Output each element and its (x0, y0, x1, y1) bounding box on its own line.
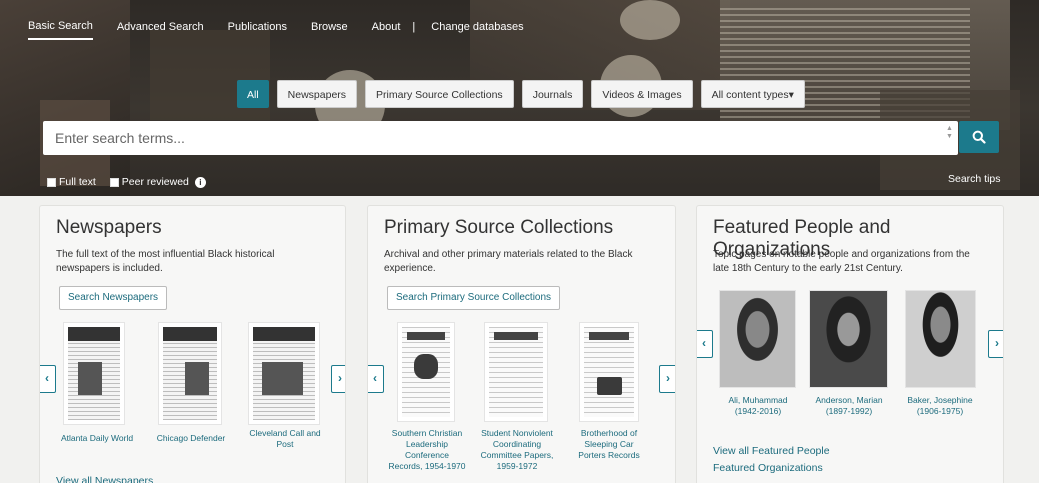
nav-basic-search[interactable]: Basic Search (28, 20, 93, 40)
chevron-left-icon[interactable]: ‹ (368, 365, 384, 393)
caption-line: (1897-1992) (825, 406, 873, 416)
search-tips-link[interactable]: Search tips (948, 173, 1001, 185)
search-primary-source-button[interactable]: Search Primary Source Collections (387, 286, 561, 310)
caption-line: 1959-1972 (496, 461, 538, 471)
desc-line: experience. (384, 263, 436, 274)
card-description: The full text of the most influential Bl… (56, 248, 274, 276)
chevron-right-icon[interactable]: › (331, 365, 345, 393)
newspaper-caption[interactable]: Cleveland Call and Post (240, 428, 330, 450)
desc-line: Topic pages on notable people and organi… (713, 249, 970, 260)
newspaper-thumbnail[interactable] (248, 322, 320, 425)
chevron-left-icon[interactable]: ‹ (697, 330, 713, 358)
caption-line: Brotherhood of (580, 428, 638, 438)
nav-browse[interactable]: Browse (311, 21, 348, 39)
newspaper-thumbnail[interactable] (63, 322, 125, 425)
hero-button-pin (620, 0, 680, 40)
newspaper-thumbnail[interactable] (158, 322, 222, 425)
person-caption[interactable]: Anderson, Marian (1897-1992) (805, 395, 893, 417)
caption-line: Porters Records (578, 450, 640, 460)
full-text-label: Full text (59, 176, 96, 188)
featured-people-card: Featured People and Organizations Topic … (696, 205, 1004, 483)
filter-videos-images[interactable]: Videos & Images (591, 80, 693, 108)
newspaper-caption[interactable]: Chicago Defender (152, 433, 230, 444)
resize-handle-icon[interactable]: ▲ ▼ (946, 125, 954, 151)
newspapers-card: Newspapers The full text of the most inf… (39, 205, 346, 483)
collection-thumbnail[interactable] (484, 322, 548, 422)
info-icon[interactable]: i (194, 176, 206, 188)
caption-line: Sleeping Car (584, 439, 634, 449)
caption-line: Student Nonviolent (481, 428, 553, 438)
primary-source-card: Primary Source Collections Archival and … (367, 205, 676, 483)
content-type-filters: All Newspapers Primary Source Collection… (237, 80, 805, 108)
featured-organizations-link[interactable]: Featured Organizations (713, 462, 823, 474)
caption-line: Coordinating (492, 439, 542, 449)
search-button[interactable] (959, 121, 999, 153)
caption-line: Records, 1954-1970 (388, 461, 466, 471)
caption-line: Leadership (405, 439, 449, 449)
desc-line: The full text of the most influential Bl… (56, 249, 275, 260)
chevron-right-icon[interactable]: › (988, 330, 1003, 358)
collection-caption[interactable]: Southern Christian Leadership Conference… (386, 428, 468, 472)
nav-about[interactable]: About (372, 21, 401, 39)
hero-banner: Basic Search Advanced Search Publication… (0, 0, 1039, 196)
person-photo[interactable] (809, 290, 888, 388)
caption-line: Anderson, Marian (815, 395, 883, 405)
card-description: Topic pages on notable people and organi… (713, 248, 970, 276)
search-newspapers-button[interactable]: Search Newspapers (59, 286, 168, 310)
top-nav: Basic Search Advanced Search Publication… (28, 20, 548, 40)
search-icon (972, 130, 986, 144)
caption-line: (1906-1975) (916, 406, 964, 416)
caption-line: Conference (405, 450, 449, 460)
filter-all[interactable]: All (237, 80, 269, 108)
filter-primary-source-collections[interactable]: Primary Source Collections (365, 80, 514, 108)
caption-line: Baker, Josephine (907, 395, 973, 405)
collection-caption[interactable]: Brotherhood of Sleeping Car Porters Reco… (569, 428, 649, 461)
nav-change-databases[interactable]: Change databases (431, 21, 523, 39)
peer-reviewed-label: Peer reviewed (121, 176, 189, 188)
caption-line: Ali, Muhammad (728, 395, 788, 405)
desc-line: Archival and other primary materials rel… (384, 249, 633, 260)
card-title: Primary Source Collections (384, 217, 614, 238)
desc-line: newspapers is included. (56, 263, 163, 274)
card-description: Archival and other primary materials rel… (384, 248, 632, 276)
nav-advanced-search[interactable]: Advanced Search (117, 21, 204, 39)
chevron-left-icon[interactable]: ‹ (40, 365, 56, 393)
chevron-right-icon[interactable]: › (659, 365, 675, 393)
search-options: Full text Peer reviewed i (47, 176, 206, 188)
desc-line: late 18th Century to the early 21st Cent… (713, 263, 903, 274)
view-all-newspapers-link[interactable]: View all Newspapers (56, 475, 153, 483)
peer-reviewed-checkbox[interactable] (109, 177, 119, 187)
full-text-checkbox[interactable] (47, 177, 56, 187)
caption-line: Cleveland Call and (249, 428, 321, 438)
caption-line: Post (276, 439, 294, 449)
person-photo[interactable] (719, 290, 796, 388)
card-title: Newspapers (56, 217, 162, 238)
person-caption[interactable]: Baker, Josephine (1906-1975) (897, 395, 983, 417)
filter-journals[interactable]: Journals (521, 80, 584, 108)
nav-publications[interactable]: Publications (228, 21, 287, 39)
person-caption[interactable]: Ali, Muhammad (1942-2016) (715, 395, 801, 417)
search-input[interactable] (43, 121, 933, 155)
caption-line: (1942-2016) (734, 406, 782, 416)
view-all-people-link[interactable]: View all Featured People (713, 445, 830, 457)
filter-all-content-types-dropdown[interactable]: All content types▾ (700, 80, 805, 108)
search-box: ▲▼ (43, 121, 958, 155)
peer-reviewed-option[interactable]: Peer reviewed i (109, 176, 206, 188)
collection-thumbnail[interactable] (579, 322, 639, 422)
newspaper-caption[interactable]: Atlanta Daily World (58, 433, 136, 444)
collection-caption[interactable]: Student Nonviolent Coordinating Committe… (476, 428, 558, 472)
full-text-option[interactable]: Full text (47, 176, 96, 188)
caption-line: Southern Christian (391, 428, 463, 438)
person-photo[interactable] (905, 290, 976, 388)
filter-newspapers[interactable]: Newspapers (276, 80, 358, 108)
caption-line: Committee Papers, (480, 450, 554, 460)
nav-separator: | (412, 21, 416, 33)
collection-thumbnail[interactable] (397, 322, 455, 422)
